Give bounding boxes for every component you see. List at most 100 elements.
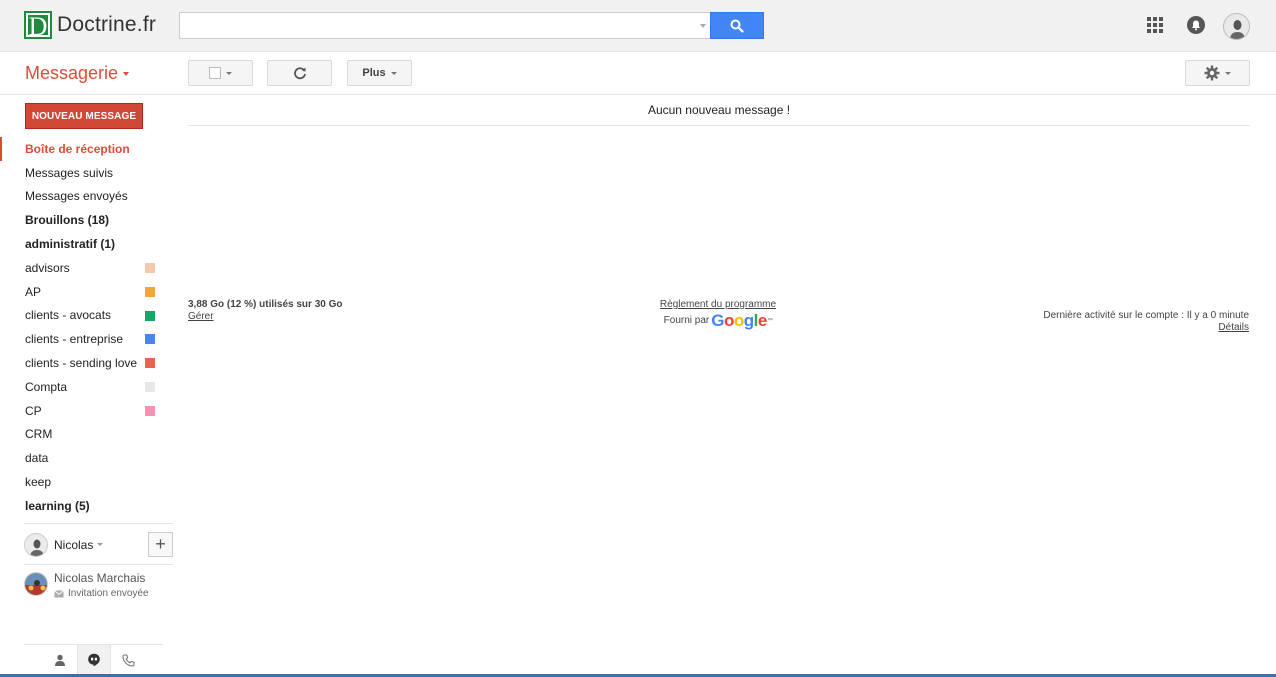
- apps-icon[interactable]: [1147, 17, 1163, 33]
- tab-phone[interactable]: [111, 645, 145, 675]
- search-button[interactable]: [710, 12, 764, 39]
- more-button[interactable]: Plus: [347, 60, 412, 86]
- chevron-down-icon: [226, 71, 232, 75]
- label-color-swatch[interactable]: [145, 286, 155, 297]
- folder-label: Boîte de réception: [25, 141, 130, 156]
- sidebar-folder[interactable]: Boîte de réception: [0, 137, 173, 161]
- tab-contacts[interactable]: [43, 645, 77, 675]
- folder-label: keep: [25, 475, 52, 490]
- select-button[interactable]: [188, 60, 253, 86]
- chat-tabs: [43, 645, 145, 675]
- search-box: [179, 12, 710, 39]
- self-name[interactable]: Nicolas: [54, 538, 93, 552]
- contact-status-text: Invitation envoyée: [68, 588, 149, 599]
- sidebar-folder[interactable]: data: [0, 446, 173, 470]
- phone-icon: [121, 653, 135, 667]
- empty-inbox-message: Aucun nouveau message !: [188, 96, 1250, 126]
- folder-label: CRM: [25, 427, 53, 442]
- search-options-caret-icon[interactable]: [700, 24, 706, 28]
- app-switcher[interactable]: Messagerie: [25, 63, 130, 84]
- avatar-photo: [25, 534, 47, 556]
- avatar-photo: [1224, 14, 1249, 39]
- logo-text: Doctrine.fr: [57, 13, 157, 36]
- sidebar-folder[interactable]: clients - sending love: [0, 351, 173, 375]
- logo-mark: D: [24, 11, 52, 41]
- contact-status: Invitation envoyée: [54, 588, 149, 599]
- storage-usage: 3,88 Go (12 %) utilisés sur 30 Go Gérer: [188, 299, 343, 323]
- sidebar-folder[interactable]: Messages suivis: [0, 161, 173, 185]
- chevron-down-icon: [390, 71, 397, 75]
- sidebar-folder[interactable]: keep: [0, 470, 173, 494]
- divider: [24, 564, 173, 565]
- contact-name: Nicolas Marchais: [54, 571, 146, 585]
- search-input[interactable]: [180, 13, 710, 38]
- sidebar-folder[interactable]: clients - entreprise: [0, 327, 173, 351]
- divider: [24, 523, 173, 524]
- label-color-swatch[interactable]: [145, 358, 155, 369]
- refresh-icon: [293, 67, 306, 80]
- sidebar-folder[interactable]: advisors: [0, 256, 173, 280]
- logo[interactable]: D Doctrine.fr: [24, 10, 157, 41]
- sidebar-folder[interactable]: clients - avocats: [0, 304, 173, 328]
- details-link[interactable]: Détails: [950, 322, 1249, 334]
- more-label: Plus: [362, 67, 386, 79]
- account-avatar[interactable]: [1223, 13, 1250, 40]
- tab-hangouts[interactable]: [77, 645, 111, 675]
- self-avatar[interactable]: [24, 533, 48, 557]
- sidebar-folder[interactable]: Messages envoyés: [0, 185, 173, 209]
- avatar-photo: [25, 573, 47, 595]
- last-activity-text: Dernière activité sur le compte : Il y a…: [1043, 310, 1249, 321]
- folder-label: clients - entreprise: [25, 332, 124, 347]
- folder-label: data: [25, 451, 49, 466]
- sidebar-folder[interactable]: AP: [0, 280, 173, 304]
- refresh-button[interactable]: [267, 60, 332, 86]
- label-color-swatch[interactable]: [145, 381, 155, 392]
- folder-label: Compta: [25, 379, 68, 394]
- bell-icon: [1192, 20, 1200, 30]
- footer-center: Règlement du programme Fourni par Google…: [618, 299, 818, 330]
- compose-button[interactable]: NOUVEAU MESSAGE: [25, 103, 143, 129]
- folder-label: AP: [25, 284, 42, 299]
- label-color-swatch[interactable]: [145, 262, 155, 273]
- powered-by-label: Fourni par: [663, 315, 710, 326]
- sidebar-folder[interactable]: CP: [0, 399, 173, 423]
- program-policy-link[interactable]: Règlement du programme: [618, 299, 818, 311]
- search-icon: [730, 19, 744, 33]
- sidebar-folder[interactable]: administratif (1): [0, 232, 173, 256]
- folder-label: Messages envoyés: [25, 189, 128, 204]
- chat-self-status: Nicolas +: [24, 532, 173, 558]
- person-icon: [55, 654, 65, 666]
- folder-label: Brouillons (18): [25, 213, 110, 228]
- folder-label: advisors: [25, 260, 70, 275]
- envelope-icon: [54, 589, 64, 597]
- label-color-swatch[interactable]: [145, 310, 155, 321]
- label-color-swatch[interactable]: [145, 405, 155, 416]
- folder-label: learning (5): [25, 498, 90, 513]
- sidebar-folder[interactable]: Brouillons (18): [0, 208, 173, 232]
- label-color-swatch[interactable]: [145, 334, 155, 345]
- storage-usage-text: 3,88 Go (12 %) utilisés sur 30 Go: [188, 299, 343, 310]
- sidebar-folder[interactable]: Compta: [0, 375, 173, 399]
- contact-avatar: [24, 572, 48, 596]
- chat-contact[interactable]: Nicolas Marchais Invitation envoyée: [24, 569, 173, 603]
- sidebar-folder[interactable]: learning (5): [0, 494, 173, 518]
- google-logo: Google™: [711, 311, 773, 330]
- select-checkbox[interactable]: [209, 67, 221, 79]
- folder-list: Boîte de réception Messages suivis Message…: [0, 137, 173, 518]
- powered-by: Fourni par Google™: [618, 311, 818, 330]
- folder-label: Messages suivis: [25, 165, 114, 180]
- folder-label: administratif (1): [25, 237, 116, 252]
- notifications-icon[interactable]: [1187, 16, 1205, 34]
- sidebar-folder[interactable]: CRM: [0, 423, 173, 447]
- manage-storage-link[interactable]: Gérer: [188, 311, 343, 323]
- app-title: Messagerie: [25, 63, 119, 83]
- chevron-down-icon[interactable]: [97, 543, 103, 546]
- chevron-down-icon: [1225, 71, 1231, 75]
- settings-button[interactable]: [1185, 60, 1250, 86]
- settings-icon: [1204, 65, 1220, 81]
- chevron-down-icon: [123, 72, 130, 77]
- toolbar: Messagerie Plus: [0, 52, 1276, 95]
- hangouts-icon: [88, 653, 100, 667]
- add-contact-button[interactable]: +: [148, 532, 173, 557]
- folder-label: clients - sending love: [25, 356, 138, 371]
